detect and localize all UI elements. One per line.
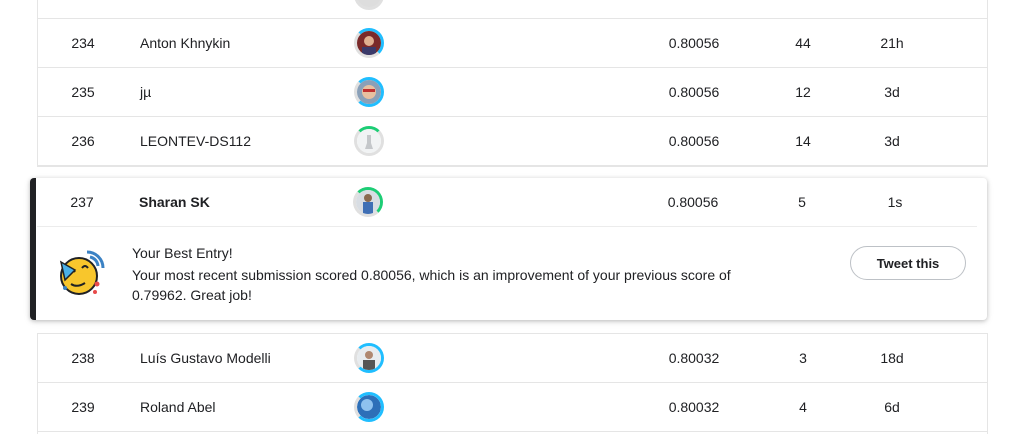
team-name[interactable]: LEONTEV-DS112 (140, 133, 251, 149)
table-row[interactable]: 234 Anton Khnykin 0.80056 44 21h (38, 19, 987, 68)
avatar-partial[interactable] (354, 0, 384, 10)
last-submission-cell: 1s (887, 194, 903, 210)
banner-title: Your Best Entry! (132, 245, 233, 261)
team-name[interactable]: Anton Khnykin (140, 35, 230, 51)
team-name[interactable]: jµ (140, 84, 151, 100)
rank-cell: 237 (70, 194, 94, 210)
score-cell: 0.80056 (667, 194, 719, 210)
team-name[interactable]: Sharan SK (139, 194, 210, 210)
last-submission-cell: 3d (884, 133, 900, 149)
entries-cell: 14 (795, 133, 811, 149)
last-submission-cell: 21h (880, 35, 904, 51)
score-cell: 0.80032 (668, 399, 720, 415)
table-row[interactable]: 239 Roland Abel 0.80032 4 6d (38, 383, 987, 432)
table-row-current-user[interactable]: 237 Sharan SK 0.80056 5 1s (37, 178, 977, 227)
score-cell: 0.80056 (668, 35, 720, 51)
score-cell: 0.80032 (668, 350, 720, 366)
entries-cell: 4 (799, 399, 807, 415)
table-row[interactable]: 238 Luís Gustavo Modelli 0.80032 3 18d (38, 334, 987, 383)
last-submission-cell: 3d (884, 84, 900, 100)
last-submission-cell: 6d (884, 399, 900, 415)
rank-cell: 238 (71, 350, 95, 366)
team-name[interactable]: Luís Gustavo Modelli (140, 350, 271, 366)
user-avatar[interactable] (354, 77, 384, 107)
rank-cell: 239 (71, 399, 95, 415)
entries-cell: 3 (799, 350, 807, 366)
table-row[interactable]: 235 jµ 0.80056 12 3d (38, 68, 987, 117)
party-face-icon (57, 248, 107, 298)
table-row[interactable]: 236 LEONTEV-DS112 0.80056 14 3d (38, 117, 987, 166)
user-avatar[interactable] (354, 392, 384, 422)
rank-cell: 234 (71, 35, 95, 51)
user-avatar[interactable] (353, 187, 383, 217)
leaderboard-table-lower: 238 Luís Gustavo Modelli 0.80032 3 18d 2… (37, 333, 988, 434)
current-user-entry-card: 237 Sharan SK 0.80056 5 1s Your Best Ent… (30, 178, 987, 320)
entries-cell: 12 (795, 84, 811, 100)
last-submission-cell: 18d (880, 350, 904, 366)
user-avatar[interactable] (354, 28, 384, 58)
user-avatar[interactable] (354, 126, 384, 156)
rank-cell: 236 (71, 133, 95, 149)
score-cell: 0.80056 (668, 84, 720, 100)
table-row-partial (38, 0, 987, 19)
tweet-button[interactable]: Tweet this (850, 246, 966, 280)
team-name[interactable]: Roland Abel (140, 399, 216, 415)
entries-cell: 44 (795, 35, 811, 51)
leaderboard-table-upper: 234 Anton Khnykin 0.80056 44 21h 235 jµ … (37, 0, 988, 167)
user-avatar[interactable] (354, 343, 384, 373)
score-cell: 0.80056 (668, 133, 720, 149)
rank-cell: 235 (71, 84, 95, 100)
best-entry-banner: Your Best Entry! Your most recent submis… (36, 228, 987, 320)
banner-message: Your most recent submission scored 0.800… (132, 267, 731, 303)
entries-cell: 5 (798, 194, 806, 210)
